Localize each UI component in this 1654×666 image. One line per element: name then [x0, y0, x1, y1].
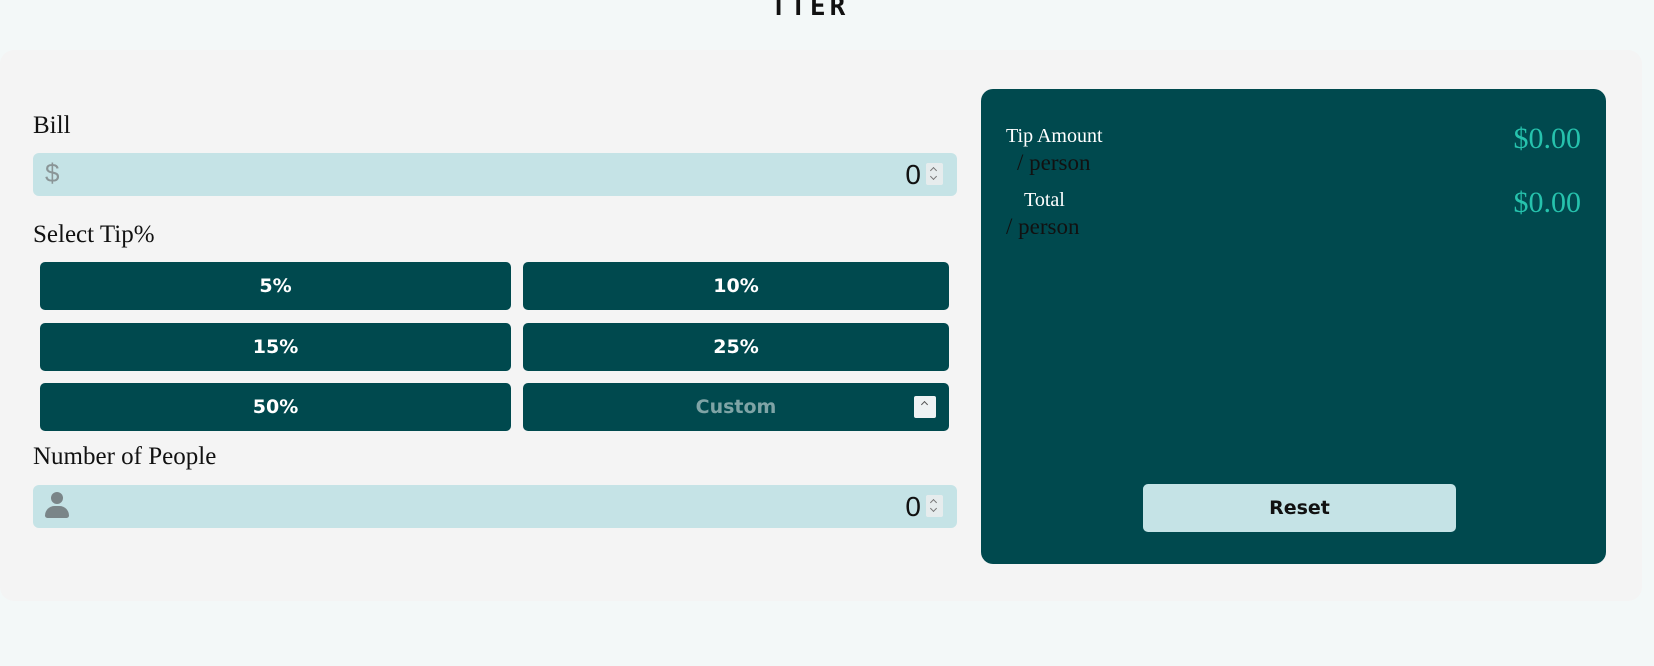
- reset-button[interactable]: Reset: [1143, 484, 1456, 532]
- bill-spinner[interactable]: [926, 163, 943, 185]
- tip-button-25[interactable]: 25%: [523, 323, 949, 371]
- people-spinner[interactable]: [926, 495, 943, 517]
- bill-label: Bill: [33, 112, 71, 139]
- bill-input[interactable]: $ 0: [33, 153, 957, 196]
- people-input[interactable]: 0: [33, 485, 957, 528]
- custom-tip-input[interactable]: Custom: [523, 383, 949, 431]
- results-panel: Tip Amount / person $0.00 Total / person…: [981, 89, 1606, 564]
- people-value[interactable]: 0: [905, 491, 921, 523]
- tip-amount-label: Tip Amount: [1006, 125, 1103, 147]
- bill-value[interactable]: 0: [905, 159, 921, 191]
- total-label: Total: [1024, 189, 1065, 211]
- select-tip-label: Select Tip%: [33, 221, 155, 248]
- tip-button-5[interactable]: 5%: [40, 262, 511, 310]
- tip-button-10[interactable]: 10%: [523, 262, 949, 310]
- custom-tip-placeholder: Custom: [695, 396, 777, 418]
- people-label: Number of People: [33, 443, 217, 470]
- app-logo: TTER: [770, 0, 850, 22]
- tip-amount-value: $0.00: [1513, 122, 1582, 155]
- person-icon: [45, 492, 69, 518]
- tip-button-50[interactable]: 50%: [40, 383, 511, 431]
- custom-tip-spinner[interactable]: [914, 396, 936, 418]
- total-per-person: / person: [1006, 214, 1080, 239]
- dollar-icon: $: [45, 158, 60, 188]
- total-value: $0.00: [1513, 186, 1582, 219]
- tip-amount-per-person: / person: [1017, 150, 1091, 175]
- tip-button-15[interactable]: 15%: [40, 323, 511, 371]
